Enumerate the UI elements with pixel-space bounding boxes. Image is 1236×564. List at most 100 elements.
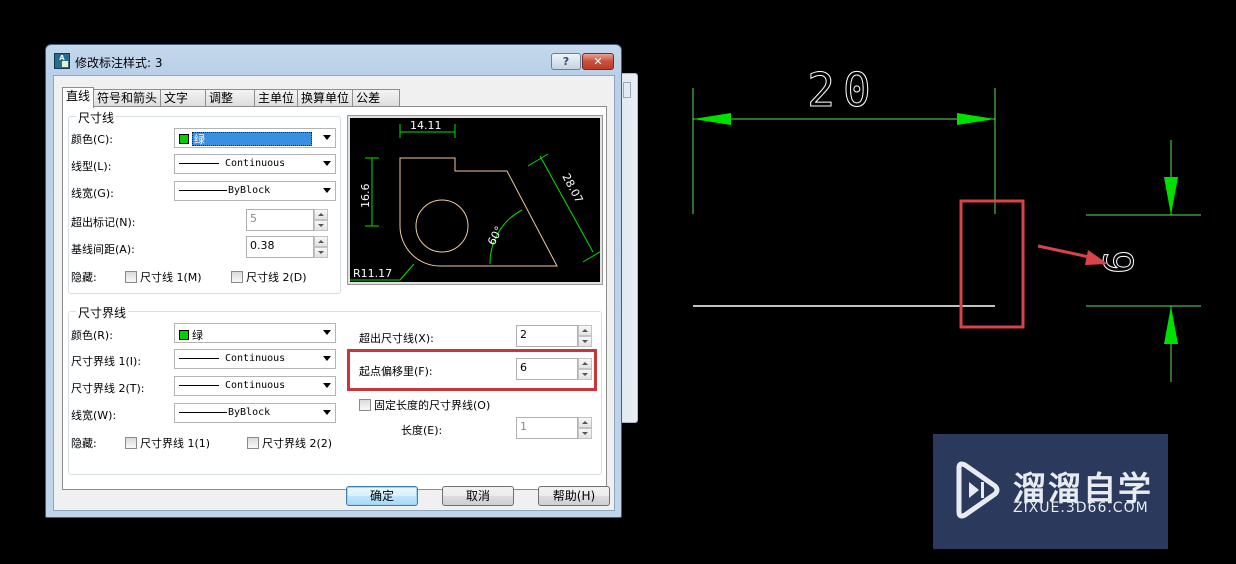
chevron-down-icon	[323, 330, 331, 335]
spin-down-icon[interactable]	[578, 369, 592, 380]
dimline-suppress-label: 隐藏:	[71, 271, 97, 284]
chevron-down-icon	[323, 188, 331, 193]
spin-up-icon[interactable]	[578, 325, 592, 336]
close-icon: ✕	[593, 55, 603, 68]
extline-suppress-label: 隐藏:	[71, 437, 97, 450]
length-input[interactable]: 1	[516, 417, 578, 439]
preview-dim-angle: 60°	[485, 224, 506, 247]
spin-up-icon[interactable]	[314, 209, 328, 220]
autocad-app-icon: A	[54, 53, 70, 69]
dimline-lineweight-value: ByBlock	[228, 185, 271, 196]
dialog-client: 直线 符号和箭头 文字 调整 主单位 换算单位 公差 尺寸线 颜色(C): 绿 …	[53, 75, 615, 511]
watermark-url: ZIXUE.3D66.COM	[1013, 500, 1149, 516]
chevron-down-icon	[323, 410, 331, 415]
spin-down-icon[interactable]	[314, 247, 328, 258]
background-window-control	[623, 82, 631, 98]
arrowhead-icon	[1164, 306, 1178, 344]
offset-origin-label: 起点偏移里(F):	[359, 365, 433, 378]
suppress-extline-2-checkbox[interactable]: 尺寸界线 2(2)	[247, 435, 332, 451]
dimline-color-value: 绿	[192, 132, 312, 146]
preview-dim-left: 16.6	[359, 184, 372, 209]
checkbox-icon	[125, 271, 137, 283]
extend-beyond-label: 超出尺寸线(X):	[359, 332, 434, 345]
tab-lines[interactable]: 直线	[62, 87, 95, 108]
chevron-down-icon	[323, 356, 331, 361]
tab-fit[interactable]: 调整	[205, 89, 256, 107]
extline2-linetype-select[interactable]: Continuous	[174, 376, 336, 396]
dimension-lines-legend: 尺寸线	[76, 109, 117, 126]
extline-lineweight-value: ByBlock	[228, 407, 271, 418]
line-sample-icon	[179, 358, 219, 359]
fixed-length-label: 固定长度的尺寸界线(O)	[374, 399, 491, 412]
help-button[interactable]: 帮助(H)	[538, 486, 610, 506]
extline1-linetype-select[interactable]: Continuous	[174, 349, 336, 369]
line-sample-icon	[179, 190, 227, 191]
suppress-dimline-1-label: 尺寸线 1(M)	[140, 271, 202, 284]
dimension-preview: 14.11 16.6 28.07 60° R11.17	[347, 115, 604, 285]
spin-up-icon[interactable]	[314, 236, 328, 247]
question-icon: ?	[562, 55, 570, 68]
horizontal-dimension-text: 20	[807, 63, 878, 117]
green-swatch-icon	[179, 134, 189, 144]
preview-dimensions	[350, 124, 604, 281]
dimline-lineweight-select[interactable]: ByBlock	[174, 181, 336, 201]
preview-labels: 14.11 16.6 28.07 60° R11.17	[353, 119, 586, 280]
extend-ticks-label: 超出标记(N):	[71, 216, 136, 229]
suppress-dimline-1-checkbox[interactable]: 尺寸线 1(M)	[125, 269, 202, 285]
extline1-linetype-value: Continuous	[225, 353, 286, 364]
spin-down-icon[interactable]	[314, 220, 328, 231]
baseline-spacing-input[interactable]: 0.38	[246, 236, 314, 258]
checkbox-icon	[231, 271, 243, 283]
tab-symbols-arrows[interactable]: 符号和箭头	[93, 89, 162, 107]
chevron-down-icon	[323, 161, 331, 166]
preview-geometry	[399, 157, 558, 267]
line-sample-icon	[179, 385, 219, 386]
tab-tolerances[interactable]: 公差	[352, 89, 401, 107]
preview-dim-top: 14.11	[410, 119, 442, 132]
close-button[interactable]: ✕	[582, 53, 614, 70]
extline2-linetype-value: Continuous	[225, 380, 286, 391]
suppress-extline-1-checkbox[interactable]: 尺寸界线 1(1)	[125, 435, 210, 451]
extline-color-select[interactable]: 绿	[174, 323, 336, 343]
offset-origin-input[interactable]: 6	[516, 358, 578, 380]
spin-up-icon[interactable]	[578, 417, 592, 428]
extline-color-value: 绿	[192, 329, 203, 342]
modify-dimension-style-dialog: A 修改标注样式: 3 ? ✕ 直线 符号和箭头 文字 调整 主单位 换算单位 …	[45, 44, 622, 518]
preview-part-outline	[399, 157, 558, 267]
cancel-button[interactable]: 取消	[442, 486, 514, 506]
dimline-lineweight-label: 线宽(G):	[71, 187, 114, 200]
tab-alternate-units[interactable]: 换算单位	[297, 89, 354, 107]
chevron-down-icon	[323, 135, 331, 140]
preview-hole	[415, 199, 469, 253]
line-sample-icon	[179, 412, 227, 413]
preview-dim-slant: 28.07	[559, 171, 585, 205]
fixed-length-checkbox[interactable]: 固定长度的尺寸界线(O)	[359, 397, 490, 413]
extline1-linetype-label: 尺寸界线 1(I):	[71, 355, 142, 368]
green-swatch-icon	[179, 330, 189, 340]
preview-dim-radius: R11.17	[353, 267, 392, 280]
chevron-down-icon	[323, 383, 331, 388]
extend-ticks-input[interactable]: 5	[246, 209, 314, 231]
help-title-button[interactable]: ?	[551, 53, 581, 70]
watermark-logo: 溜溜自学 ZIXUE.3D66.COM	[933, 434, 1168, 549]
extension-lines-legend: 尺寸界线	[76, 304, 129, 321]
radius-leader	[399, 263, 415, 281]
extline-lineweight-select[interactable]: ByBlock	[174, 403, 336, 423]
ok-button[interactable]: 确定	[346, 486, 418, 506]
checkbox-icon	[125, 437, 137, 449]
extend-beyond-input[interactable]: 2	[516, 325, 578, 347]
dimline-linetype-select[interactable]: Continuous	[174, 154, 336, 174]
spin-up-icon[interactable]	[578, 358, 592, 369]
tab-text[interactable]: 文字	[160, 89, 207, 107]
spin-down-icon[interactable]	[578, 428, 592, 439]
suppress-dimline-2-checkbox[interactable]: 尺寸线 2(D)	[231, 269, 307, 285]
ext-line	[582, 249, 604, 263]
dimline-color-select[interactable]: 绿	[174, 128, 336, 148]
dialog-titlebar[interactable]: A 修改标注样式: 3 ? ✕	[46, 45, 621, 75]
spin-down-icon[interactable]	[578, 336, 592, 347]
dimline-linetype-value: Continuous	[225, 158, 286, 169]
tab-primary-units[interactable]: 主单位	[254, 89, 299, 107]
baseline-spacing-label: 基线间距(A):	[71, 243, 135, 256]
annotation-highlight-box	[959, 199, 1025, 329]
length-label: 长度(E):	[401, 424, 443, 437]
